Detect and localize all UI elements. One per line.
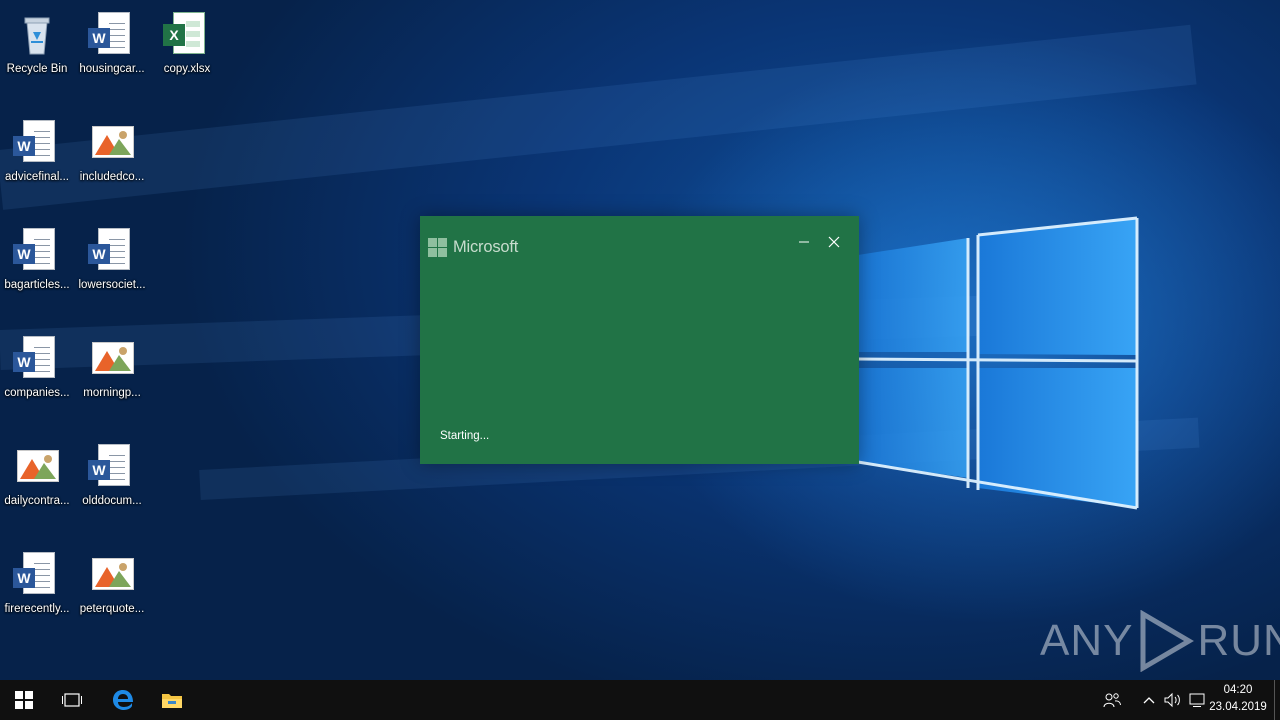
edge-icon — [113, 690, 133, 710]
word-document-icon: W — [88, 442, 136, 490]
icon-label: advicefinal... — [5, 171, 69, 183]
microsoft-brand: Microsoft — [428, 237, 518, 257]
image-file-icon — [88, 334, 136, 382]
desktop: Recycle Bin W housingcar... X copy.xlsx … — [0, 0, 1280, 680]
desktop-icon[interactable]: W firerecently... — [0, 544, 74, 644]
icon-label: olddocum... — [82, 495, 142, 507]
image-file-icon — [88, 118, 136, 166]
icon-label: housingcar... — [79, 63, 145, 75]
volume-button[interactable] — [1162, 680, 1184, 720]
icon-label: copy.xlsx — [163, 63, 211, 75]
watermark-right: RUN — [1197, 616, 1280, 665]
show-hidden-icons-button[interactable] — [1138, 680, 1160, 720]
file-explorer-button[interactable] — [148, 680, 196, 720]
desktop-icon[interactable]: W companies... — [0, 328, 74, 428]
file-explorer-icon — [162, 694, 182, 708]
people-icon — [1103, 693, 1121, 708]
desktop-icon[interactable]: morningp... — [75, 328, 149, 428]
excel-document-icon: X — [163, 10, 211, 58]
icon-label: bagarticles... — [4, 279, 70, 291]
word-document-icon: W — [13, 118, 61, 166]
word-document-icon: W — [13, 226, 61, 274]
icon-label: firerecently... — [4, 603, 70, 615]
icon-label: includedco... — [79, 171, 145, 183]
start-button[interactable] — [0, 680, 48, 720]
edge-button[interactable] — [98, 680, 148, 720]
action-center-button[interactable] — [1186, 680, 1208, 720]
clock-date: 23.04.2019 — [1209, 701, 1267, 713]
word-document-icon: W — [88, 10, 136, 58]
office-splash-window[interactable]: Microsoft Starting... — [420, 216, 859, 464]
minimize-button[interactable] — [792, 232, 816, 252]
desktop-icon[interactable]: W lowersociet... — [75, 220, 149, 320]
word-document-icon: W — [88, 226, 136, 274]
anyrun-watermark: ANY RUN — [1040, 606, 1280, 676]
word-document-icon: W — [13, 334, 61, 382]
desktop-icon[interactable]: X copy.xlsx — [150, 4, 224, 104]
recycle-bin-icon — [13, 10, 61, 58]
taskbar: 04:20 23.04.2019 — [0, 680, 1280, 720]
desktop-icon[interactable]: W olddocum... — [75, 436, 149, 536]
icon-label: lowersociet... — [78, 279, 146, 291]
word-document-icon: W — [13, 550, 61, 598]
minimize-icon — [799, 241, 809, 243]
task-view-button[interactable] — [48, 680, 96, 720]
close-button[interactable] — [822, 232, 846, 252]
desktop-icon[interactable]: W advicefinal... — [0, 112, 74, 212]
start-icon — [15, 691, 33, 709]
desktop-icon[interactable]: peterquote... — [75, 544, 149, 644]
people-button[interactable] — [1098, 680, 1126, 720]
desktop-icon[interactable]: W housingcar... — [75, 4, 149, 104]
taskbar-clock[interactable]: 04:20 23.04.2019 — [1208, 682, 1268, 716]
desktop-icon[interactable]: Recycle Bin — [0, 4, 74, 104]
desktop-icon[interactable]: includedco... — [75, 112, 149, 212]
brand-name: Microsoft — [453, 237, 519, 256]
task-view-icon — [62, 693, 82, 707]
desktop-icon[interactable]: W bagarticles... — [0, 220, 74, 320]
desktop-icon[interactable]: dailycontra... — [0, 436, 74, 536]
icon-label: companies... — [4, 387, 70, 399]
play-logo-icon — [1140, 610, 1195, 672]
status-text: Starting... — [440, 430, 490, 442]
show-desktop-button[interactable] — [1274, 680, 1280, 720]
icon-label: Recycle Bin — [6, 63, 68, 75]
close-icon — [828, 236, 840, 248]
image-file-icon — [13, 442, 61, 490]
icon-label: dailycontra... — [4, 495, 70, 507]
microsoft-logo-icon — [428, 237, 447, 257]
icon-label: peterquote... — [79, 603, 145, 615]
clock-time: 04:20 — [1223, 684, 1253, 696]
action-center-icon — [1189, 693, 1205, 707]
watermark-left: ANY — [1040, 616, 1134, 665]
chevron-up-icon — [1143, 697, 1155, 704]
icon-label: morningp... — [83, 387, 141, 399]
volume-icon — [1164, 692, 1180, 708]
image-file-icon — [88, 550, 136, 598]
